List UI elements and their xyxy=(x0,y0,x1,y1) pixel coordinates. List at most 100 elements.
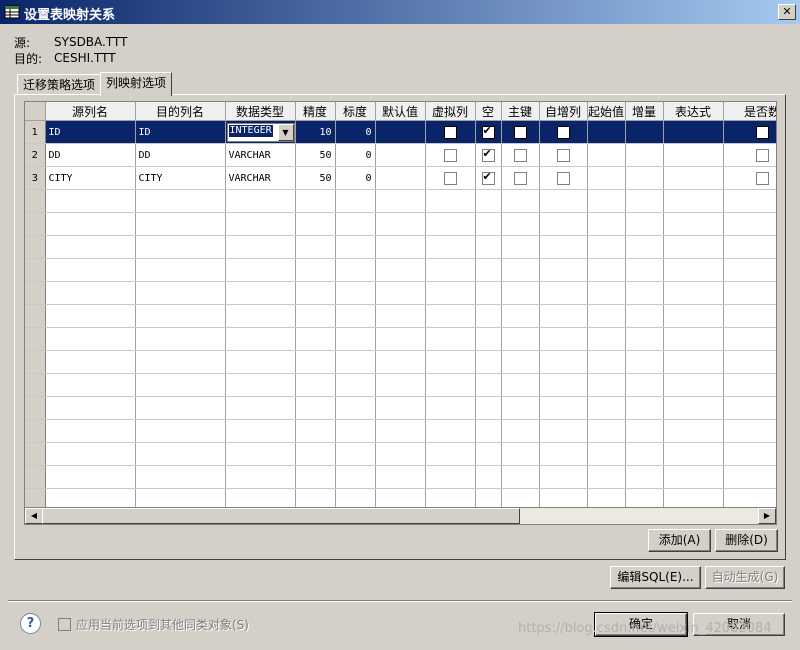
empty-row[interactable] xyxy=(25,281,776,305)
column-header[interactable]: 增量 xyxy=(625,102,664,121)
checkbox-unchecked[interactable] xyxy=(513,172,527,185)
target-column-cell[interactable]: ID xyxy=(135,120,226,144)
column-header[interactable]: 自增列 xyxy=(539,102,588,121)
empty-row[interactable] xyxy=(25,350,776,374)
table-row[interactable]: 1 ID ID INTEGER ▼ 10 0 xyxy=(25,120,776,144)
empty-row[interactable] xyxy=(25,419,776,443)
empty-cell xyxy=(501,327,540,351)
data-type-combo[interactable]: INTEGER ▼ xyxy=(226,122,294,142)
scroll-thumb[interactable] xyxy=(42,508,520,524)
empty-cell xyxy=(587,465,626,489)
default-value-cell[interactable] xyxy=(375,143,426,167)
empty-cell xyxy=(539,235,588,259)
target-column-cell[interactable]: DD xyxy=(135,143,226,167)
horizontal-scrollbar[interactable]: ◀ ▶ xyxy=(24,507,777,525)
increment-cell[interactable] xyxy=(625,120,664,144)
chevron-down-icon[interactable]: ▼ xyxy=(277,123,294,141)
column-header[interactable]: 目的列名 xyxy=(135,102,226,121)
empty-row[interactable] xyxy=(25,465,776,489)
empty-cell xyxy=(295,327,336,351)
empty-row[interactable] xyxy=(25,258,776,282)
column-header[interactable]: 虚拟列 xyxy=(425,102,476,121)
precision-cell[interactable]: 50 xyxy=(295,143,336,167)
column-header[interactable]: 是否数 xyxy=(723,102,776,121)
column-header[interactable]: 主键 xyxy=(501,102,540,121)
source-column-cell[interactable]: CITY xyxy=(45,166,136,190)
checkbox-unchecked[interactable] xyxy=(513,126,527,139)
checkbox-checked[interactable] xyxy=(481,124,495,139)
increment-cell[interactable] xyxy=(625,143,664,167)
scroll-left-icon[interactable]: ◀ xyxy=(25,508,43,524)
row-header[interactable]: 2 xyxy=(25,143,46,167)
precision-cell[interactable]: 50 xyxy=(295,166,336,190)
edit-sql-button[interactable]: 编辑SQL(E)... xyxy=(610,566,701,589)
empty-row[interactable] xyxy=(25,373,776,397)
empty-row[interactable] xyxy=(25,212,776,236)
default-value-cell[interactable] xyxy=(375,166,426,190)
checkbox-unchecked[interactable] xyxy=(755,126,769,139)
scale-cell[interactable]: 0 xyxy=(335,143,376,167)
increment-cell[interactable] xyxy=(625,166,664,190)
checkbox-checked[interactable] xyxy=(481,147,495,162)
empty-row[interactable] xyxy=(25,189,776,213)
add-button[interactable]: 添加(A) xyxy=(648,529,711,552)
source-column-cell[interactable]: DD xyxy=(45,143,136,167)
empty-row[interactable] xyxy=(25,327,776,351)
checkbox-unchecked[interactable] xyxy=(443,126,457,139)
empty-row[interactable] xyxy=(25,396,776,420)
checkbox-unchecked[interactable] xyxy=(755,149,769,162)
empty-row[interactable] xyxy=(25,235,776,259)
scroll-right-icon[interactable]: ▶ xyxy=(758,508,776,524)
start-value-cell[interactable] xyxy=(587,143,626,167)
expression-cell[interactable] xyxy=(663,166,724,190)
checkbox-cell xyxy=(723,120,776,144)
column-header[interactable]: 标度 xyxy=(335,102,376,121)
target-column-cell[interactable]: CITY xyxy=(135,166,226,190)
default-value-cell[interactable] xyxy=(375,120,426,144)
apply-all-checkbox[interactable] xyxy=(58,618,71,631)
expression-cell[interactable] xyxy=(663,120,724,144)
precision-cell[interactable]: 10 xyxy=(295,120,336,144)
column-header[interactable]: 精度 xyxy=(295,102,336,121)
table-row[interactable]: 3 CITY CITY VARCHAR 50 0 xyxy=(25,166,776,190)
row-header xyxy=(25,465,46,489)
start-value-cell[interactable] xyxy=(587,120,626,144)
checkbox-cell xyxy=(425,143,476,167)
checkbox-unchecked[interactable] xyxy=(513,149,527,162)
help-icon[interactable]: ? xyxy=(20,613,41,634)
data-type-cell[interactable]: VARCHAR xyxy=(225,143,296,167)
empty-row[interactable] xyxy=(25,304,776,328)
table-row[interactable]: 2 DD DD VARCHAR 50 0 xyxy=(25,143,776,167)
column-header[interactable]: 数据类型 xyxy=(225,102,296,121)
column-header[interactable]: 源列名 xyxy=(45,102,136,121)
checkbox-unchecked[interactable] xyxy=(755,172,769,185)
tab-migration-options[interactable]: 迁移策略选项 xyxy=(17,74,102,95)
auto-generate-button[interactable]: 自动生成(G) xyxy=(705,566,785,589)
data-type-cell[interactable]: VARCHAR xyxy=(225,166,296,190)
column-header[interactable]: 空 xyxy=(475,102,502,121)
empty-row[interactable] xyxy=(25,442,776,466)
checkbox-unchecked[interactable] xyxy=(556,172,570,185)
empty-cell xyxy=(663,327,724,351)
source-column-cell[interactable]: ID xyxy=(45,120,136,144)
start-value-cell[interactable] xyxy=(587,166,626,190)
column-header[interactable]: 默认值 xyxy=(375,102,426,121)
column-header[interactable]: 起始值 xyxy=(587,102,626,121)
empty-cell xyxy=(135,442,226,466)
expression-cell[interactable] xyxy=(663,143,724,167)
checkbox-unchecked[interactable] xyxy=(556,126,570,139)
column-header[interactable]: 表达式 xyxy=(663,102,724,121)
checkbox-cell xyxy=(475,120,502,144)
checkbox-unchecked[interactable] xyxy=(443,149,457,162)
delete-button[interactable]: 删除(D) xyxy=(715,529,778,552)
checkbox-checked[interactable] xyxy=(481,170,495,185)
tab-column-mapping[interactable]: 列映射选项 xyxy=(100,72,173,96)
row-header[interactable]: 1 xyxy=(25,120,46,144)
empty-cell xyxy=(663,189,724,213)
row-header[interactable]: 3 xyxy=(25,166,46,190)
checkbox-unchecked[interactable] xyxy=(443,172,457,185)
checkbox-unchecked[interactable] xyxy=(556,149,570,162)
scale-cell[interactable]: 0 xyxy=(335,120,376,144)
close-button[interactable]: ✕ xyxy=(778,4,796,20)
scale-cell[interactable]: 0 xyxy=(335,166,376,190)
